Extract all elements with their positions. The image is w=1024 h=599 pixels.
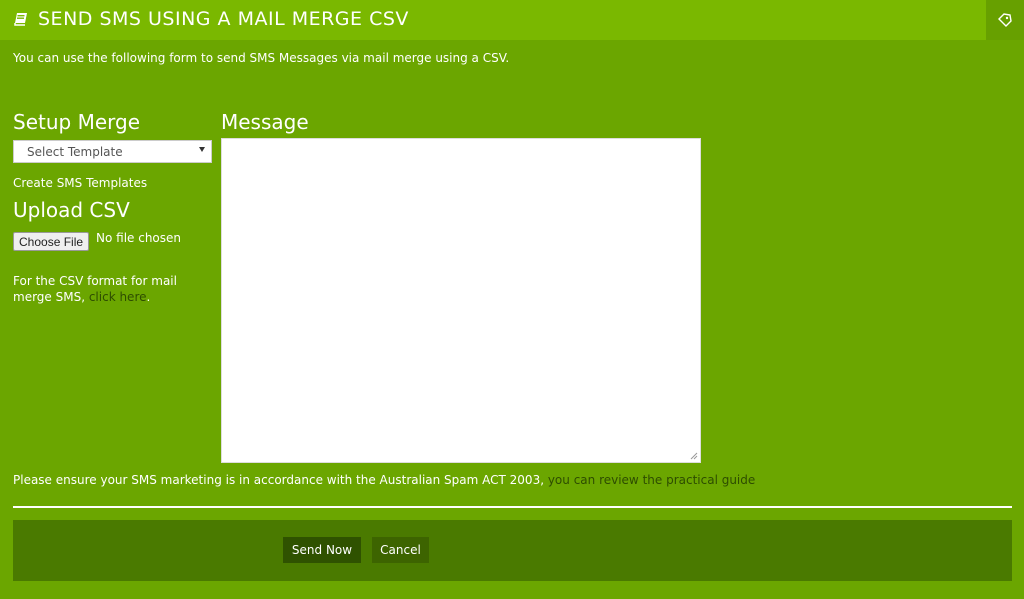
divider	[13, 506, 1012, 508]
template-select-value: Select Template	[27, 145, 123, 159]
resize-grip-icon[interactable]	[690, 452, 698, 460]
page-title: SEND SMS USING A MAIL MERGE CSV	[38, 8, 409, 30]
form-actions-bar	[13, 520, 1012, 581]
csv-format-link[interactable]: click here	[89, 290, 147, 304]
csv-format-note: For the CSV format for mail merge SMS, c…	[13, 273, 203, 305]
upload-csv-heading: Upload CSV	[13, 198, 130, 222]
page-header: SEND SMS USING A MAIL MERGE CSV	[0, 0, 1024, 40]
notice-text: Please ensure your SMS marketing is in a…	[13, 473, 548, 487]
book-icon	[14, 13, 27, 26]
spam-act-notice: Please ensure your SMS marketing is in a…	[13, 473, 755, 487]
send-now-button[interactable]: Send Now	[283, 537, 361, 563]
practical-guide-link[interactable]: you can review the practical guide	[548, 473, 755, 487]
chevron-down-icon	[199, 147, 205, 152]
template-select[interactable]: Select Template	[13, 140, 212, 163]
tag-button[interactable]	[986, 0, 1024, 40]
create-sms-templates-link[interactable]: Create SMS Templates	[13, 176, 147, 190]
intro-text: You can use the following form to send S…	[13, 51, 510, 65]
tag-icon	[998, 13, 1012, 27]
choose-file-button[interactable]: Choose File	[13, 232, 90, 251]
cancel-button[interactable]: Cancel	[372, 537, 429, 563]
setup-merge-heading: Setup Merge	[13, 110, 141, 134]
message-textarea[interactable]	[221, 138, 701, 463]
message-heading: Message	[221, 110, 309, 134]
file-status: No file chosen	[96, 231, 182, 245]
csv-note-suffix: .	[146, 290, 151, 304]
